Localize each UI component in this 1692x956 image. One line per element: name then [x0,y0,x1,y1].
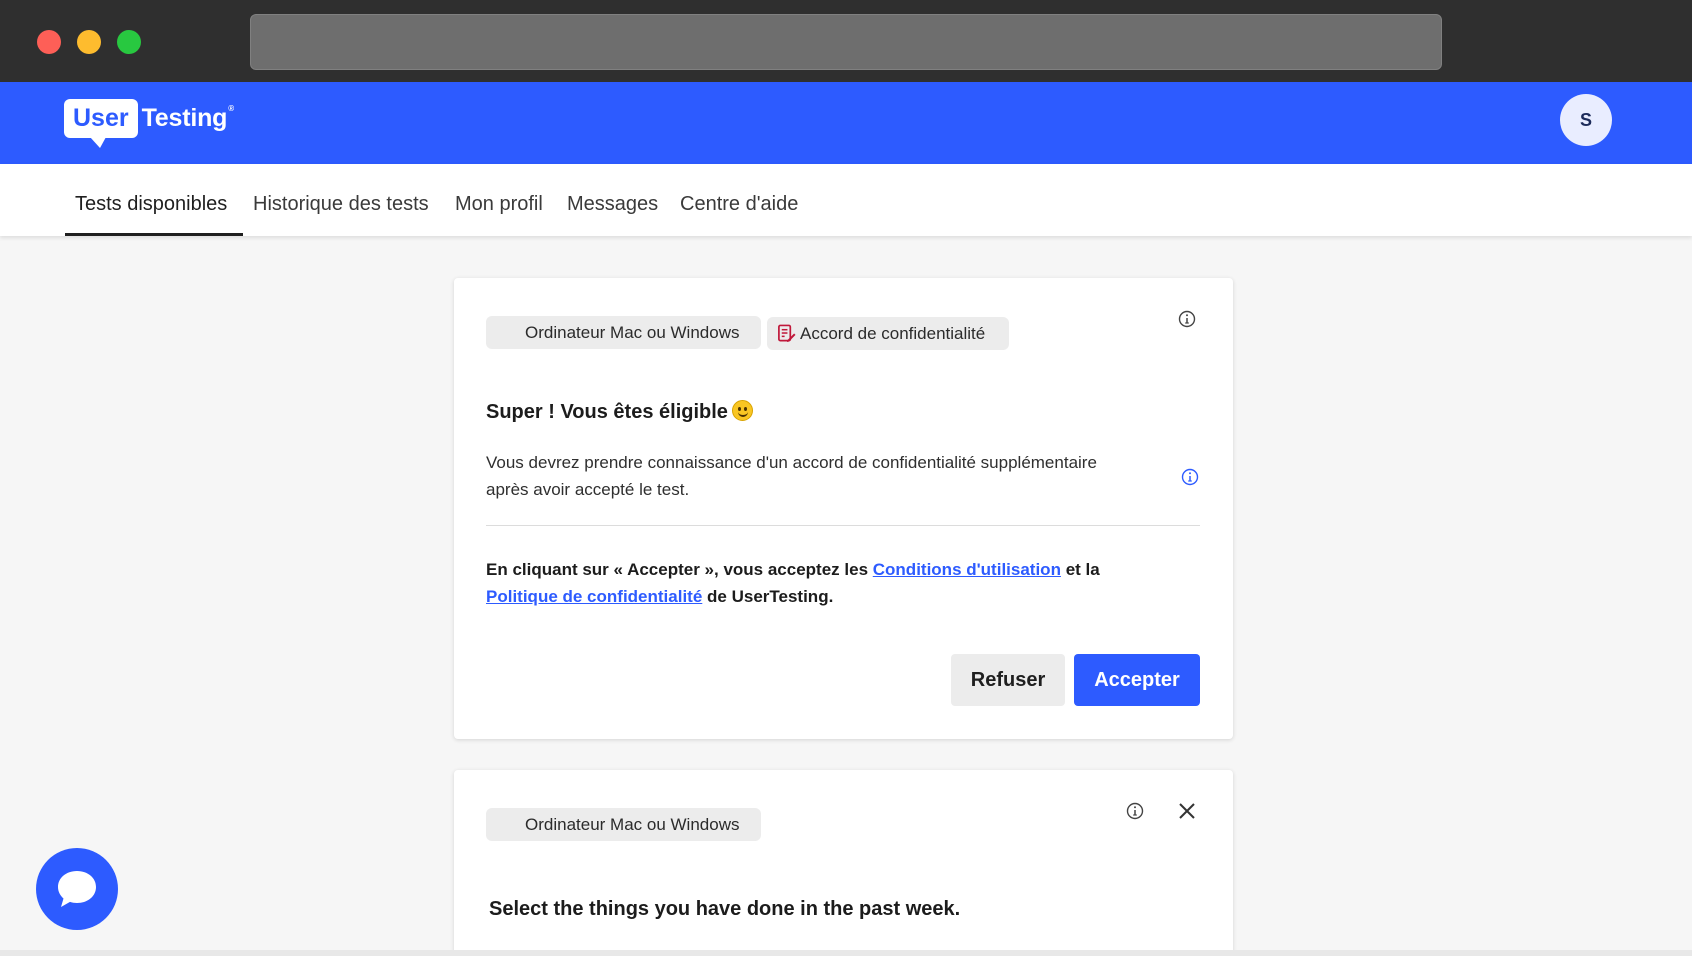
tab-mon-profil[interactable]: Mon profil [455,164,543,236]
refuse-button[interactable]: Refuser [951,654,1065,706]
chat-bubble-icon [58,871,96,907]
nda-chip: Accord de confidentialité [767,317,1009,350]
chat-button[interactable] [36,848,118,930]
usertesting-logo[interactable]: User Testing® [64,95,235,148]
tab-messages[interactable]: Messages [567,164,658,236]
legal-consent-text: En cliquant sur « Accepter », vous accep… [486,560,1100,606]
close-window-button[interactable] [37,30,61,54]
document-pen-icon [778,324,796,343]
eligibility-heading: Super ! Vous êtes éligible [486,400,753,424]
bottom-edge [0,950,1692,956]
tab-tests-disponibles[interactable]: Tests disponibles [65,164,243,236]
user-avatar[interactable]: S [1560,94,1612,146]
logo-testing-text: Testing® [141,103,235,132]
tab-centre-d-aide[interactable]: Centre d'aide [680,164,798,236]
info-icon[interactable] [1126,802,1144,820]
maximize-window-button[interactable] [117,30,141,54]
test-card-eligible: Ordinateur Mac ou Windows Accord de conf… [454,278,1233,739]
minimize-window-button[interactable] [77,30,101,54]
device-chip-label: Ordinateur Mac ou Windows [525,323,740,342]
device-chip: Ordinateur Mac ou Windows [486,316,761,349]
tab-historique-des-tests[interactable]: Historique des tests [253,164,429,236]
nda-notice-text: Vous devrez prendre connaissance d'un ac… [486,453,1097,499]
address-bar[interactable] [250,14,1442,70]
browser-window: User Testing® S Tests disponibles Histor… [0,0,1692,956]
device-chip-label: Ordinateur Mac ou Windows [525,815,740,834]
nda-info-icon[interactable] [1181,468,1199,486]
grinning-face-icon [731,400,753,421]
privacy-policy-link[interactable]: Politique de confidentialité [486,587,702,606]
nda-chip-label: Accord de confidentialité [800,324,986,343]
accept-button[interactable]: Accepter [1074,654,1200,706]
terms-of-use-link[interactable]: Conditions d'utilisation [873,560,1061,579]
main-nav: Tests disponibles Historique des tests M… [0,164,1692,236]
app-header: User Testing® S [0,82,1692,164]
divider [486,525,1200,526]
device-chip: Ordinateur Mac ou Windows [486,808,761,841]
logo-user-bubble: User [64,98,138,148]
screener-question: Select the things you have done in the p… [489,898,961,920]
test-card-screener: Ordinateur Mac ou Windows Select the thi… [454,770,1233,956]
close-icon[interactable] [1177,801,1197,821]
info-icon[interactable] [1178,310,1196,328]
browser-chrome [0,0,1692,82]
